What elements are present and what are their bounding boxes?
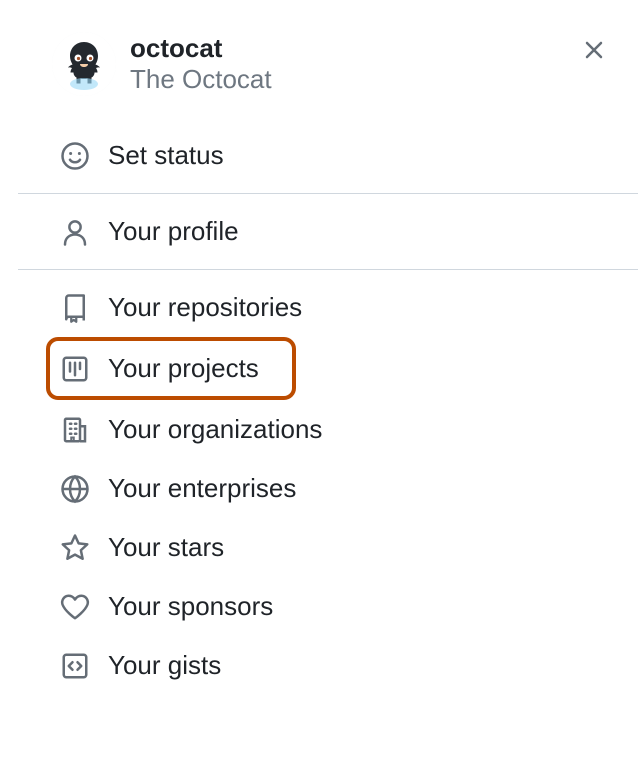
your-enterprises-item[interactable]: Your enterprises [18, 459, 638, 518]
your-gists-item[interactable]: Your gists [18, 636, 638, 695]
your-gists-label: Your gists [108, 650, 221, 681]
your-projects-item[interactable]: Your projects [18, 339, 638, 398]
repo-icon [60, 293, 90, 323]
user-menu-panel: octocat The Octocat Set status [18, 0, 638, 703]
username: octocat [130, 33, 272, 64]
user-header: octocat The Octocat [18, 24, 638, 118]
user-info: octocat The Octocat [130, 33, 272, 95]
status-section: Set status [18, 118, 638, 193]
your-organizations-item[interactable]: Your organizations [18, 400, 638, 459]
close-button[interactable] [578, 34, 610, 66]
display-name: The Octocat [130, 64, 272, 95]
organization-icon [60, 415, 90, 445]
your-enterprises-label: Your enterprises [108, 473, 296, 504]
project-icon [60, 354, 90, 384]
your-profile-item[interactable]: Your profile [18, 202, 638, 261]
your-profile-label: Your profile [108, 216, 239, 247]
your-organizations-label: Your organizations [108, 414, 322, 445]
your-sponsors-label: Your sponsors [108, 591, 273, 622]
heart-icon [60, 592, 90, 622]
your-projects-label: Your projects [108, 353, 259, 384]
your-stars-label: Your stars [108, 532, 224, 563]
set-status-item[interactable]: Set status [18, 126, 638, 185]
your-stars-item[interactable]: Your stars [18, 518, 638, 577]
your-repositories-item[interactable]: Your repositories [18, 278, 638, 337]
highlighted-item-wrap: Your projects [18, 339, 638, 398]
smiley-icon [60, 141, 90, 171]
avatar[interactable] [52, 32, 116, 96]
profile-section: Your profile [18, 194, 638, 269]
person-icon [60, 217, 90, 247]
your-repositories-label: Your repositories [108, 292, 302, 323]
globe-icon [60, 474, 90, 504]
your-sponsors-item[interactable]: Your sponsors [18, 577, 638, 636]
set-status-label: Set status [108, 140, 224, 171]
star-icon [60, 533, 90, 563]
octocat-avatar-icon [52, 32, 116, 96]
close-icon [582, 38, 606, 62]
code-square-icon [60, 651, 90, 681]
content-section: Your repositories Your projects [18, 270, 638, 703]
